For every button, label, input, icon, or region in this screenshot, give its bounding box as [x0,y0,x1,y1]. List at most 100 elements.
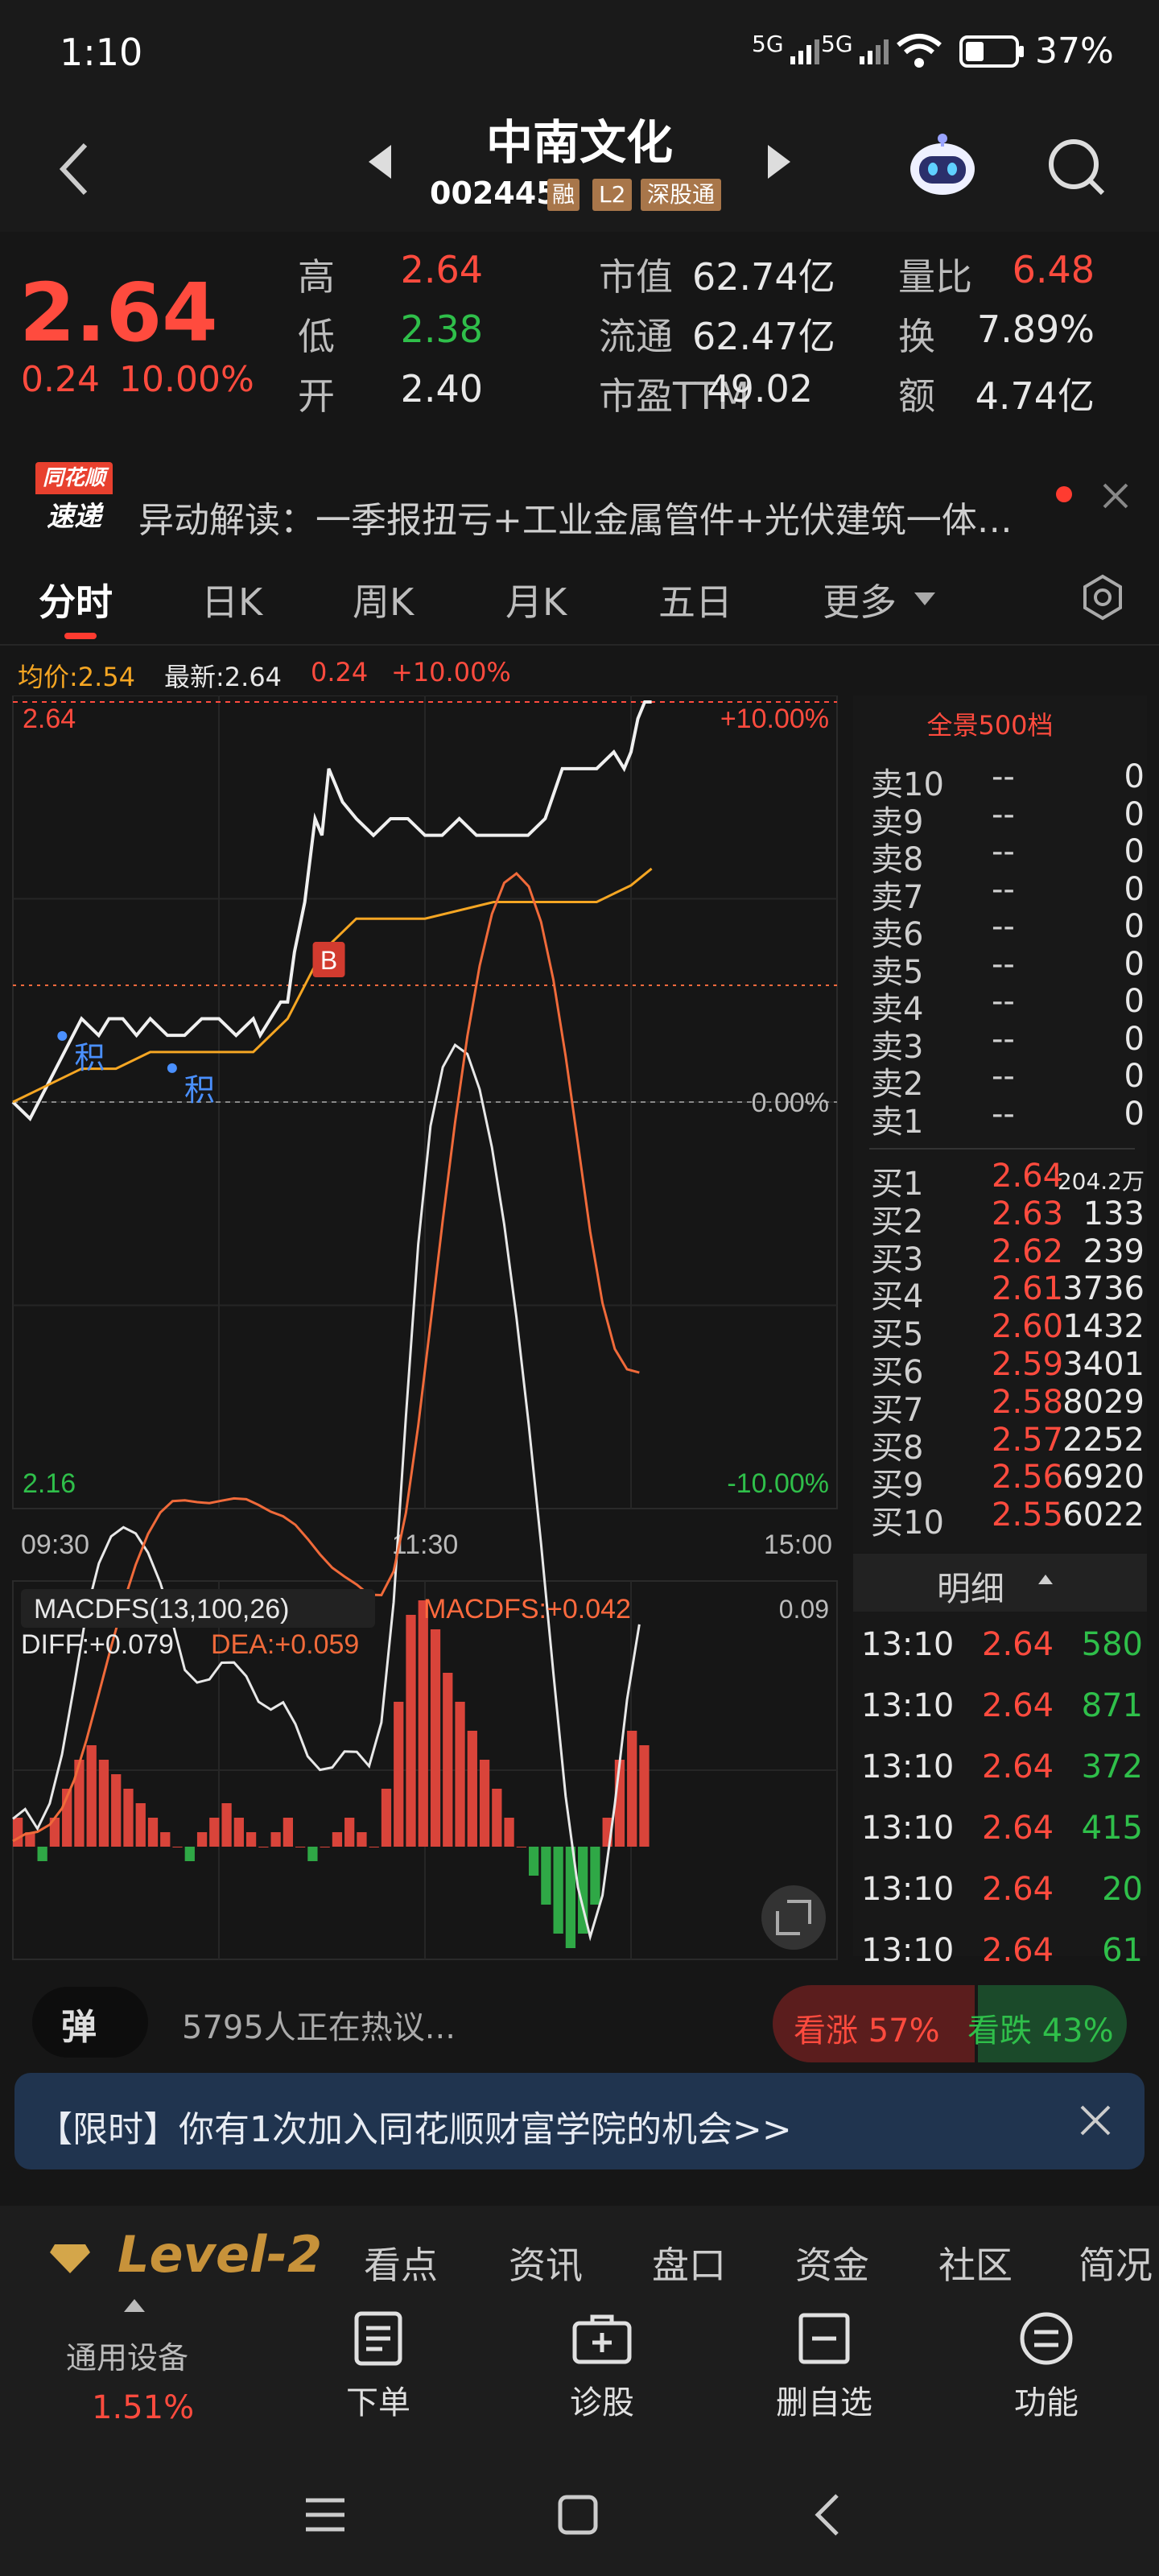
ask-volume: 0 [1124,758,1145,795]
bid-row[interactable]: 买5 2.60 1432 [871,1308,1145,1353]
trade-time: 13:10 [861,1748,955,1785]
device-label[interactable]: 通用设备 [66,2333,188,2377]
status-bar: 1:10 5G 5G 37% [0,0,1159,105]
ask-row[interactable]: 卖5 -- 0 [871,945,1145,991]
bid-row[interactable]: 买3 2.62 239 [871,1233,1145,1278]
danmaku-toggle[interactable]: 弹 [32,1987,148,2058]
ask-row[interactable]: 卖10 -- 0 [871,758,1145,803]
x-tick-end: 15:00 [764,1530,832,1560]
tab-community[interactable]: 社区 [938,2236,1013,2289]
diagnose-button[interactable]: 诊股 [522,2310,683,2423]
macd-bar [270,1832,281,1847]
news-banner[interactable]: 同花顺 速递 异动解读：一季报扭亏+工业金属管件+光伏建筑一体… [0,444,1159,549]
bid-row[interactable]: 买8 2.57 2252 [871,1421,1145,1467]
tab-news[interactable]: 资讯 [509,2236,583,2289]
close-icon[interactable] [1098,478,1133,517]
discussion-text[interactable]: 5795人正在热议... [182,2001,456,2048]
tab-capital-flow[interactable]: 资金 [795,2236,869,2289]
price-chart-svg[interactable]: B积积2.642.16+10.00%0.00%-10.00%09:30 11:30… [0,696,853,1966]
detail-title[interactable]: 明细 [937,1562,1004,1611]
ask-volume: 0 [1124,983,1145,1020]
order-book: 全景500档 卖10 -- 0 卖9 -- 0 卖8 -- 0 卖7 -- 0 卖6 -… [853,696,1147,1553]
bid-volume: 133 [1083,1195,1145,1232]
expand-icon [761,1885,826,1950]
macd-bar [443,1673,453,1847]
macd-bar [111,1774,122,1847]
macd-diff-label: DIFF:+0.079 [21,1629,174,1660]
tab-daily-k[interactable]: 日K [201,573,262,626]
ask-row[interactable]: 卖3 -- 0 [871,1020,1145,1066]
back-icon[interactable] [53,137,93,204]
trade-price: 2.64 [982,1871,1054,1908]
accumulate-marker-label: 积 [74,1042,105,1075]
stock-header: 中南文化 002445 融 L2 深股通 [0,105,1159,232]
ask-price: -- [992,870,1015,908]
ask-row[interactable]: 卖9 -- 0 [871,796,1145,841]
tab-more[interactable]: 更多 [823,573,897,626]
ask-row[interactable]: 卖6 -- 0 [871,908,1145,953]
sentiment-bar[interactable]: 看涨 57% 看跌 43% [773,1985,1127,2062]
tab-intraday[interactable]: 分时 [39,573,113,626]
ask-row[interactable]: 卖7 -- 0 [871,870,1145,916]
ask-price: -- [992,1020,1015,1058]
functions-button[interactable]: 功能 [966,2310,1127,2423]
ask-row[interactable]: 卖2 -- 0 [871,1058,1145,1103]
ask-price: -- [992,758,1015,795]
macd-bar [357,1832,367,1847]
ask-row[interactable]: 卖8 -- 0 [871,833,1145,878]
order-button[interactable]: 下单 [298,2310,459,2423]
recent-apps-icon[interactable] [303,2494,348,2539]
chevron-down-icon [913,591,937,610]
macd-dea-line [12,872,640,1843]
tab-five-day[interactable]: 五日 [658,573,732,626]
macd-bar [528,1847,539,1876]
bid-row[interactable]: 买7 2.58 8029 [871,1384,1145,1429]
bid-price: 2.59 [992,1346,1064,1383]
stat-label: 开 [298,374,335,418]
bid-row[interactable]: 买1 2.64 204.2万 [871,1158,1145,1203]
bid-row[interactable]: 买10 2.55 6022 [871,1496,1145,1542]
next-stock-icon[interactable] [765,142,794,185]
macd-bar [135,1803,146,1847]
trade-price: 2.64 [982,1626,1054,1663]
trade-detail: 明细 13:10 2.64 580 13:10 2.64 871 13:10 2.6… [853,1554,1147,1969]
remove-watchlist-button[interactable]: 删自选 [744,2310,905,2423]
ask-volume: 0 [1124,833,1145,870]
bid-price: 2.57 [992,1421,1064,1459]
trade-volume: 871 [1081,1687,1143,1724]
back-nav-icon[interactable] [810,2491,845,2542]
trade-time: 13:10 [861,1626,955,1663]
order-book-title[interactable]: 全景500档 [853,705,1127,742]
promo-banner[interactable]: 【限时】你有1次加入同花顺财富学院的机会>> [14,2073,1145,2169]
stock-code: 002445 [430,175,558,211]
bid-row[interactable]: 买2 2.63 133 [871,1195,1145,1241]
badge-connect: 深股通 [641,179,722,211]
robot-assistant-icon[interactable] [906,129,979,204]
ask-price: -- [992,945,1015,983]
bid-row[interactable]: 买9 2.56 6920 [871,1459,1145,1504]
bid-volume: 1432 [1062,1308,1145,1346]
bullish-vote[interactable]: 看涨 57% [794,2004,940,2051]
macd-bar [467,1731,477,1847]
ask-row[interactable]: 卖1 -- 0 [871,1096,1145,1141]
bid-price: 2.64 [992,1158,1064,1195]
home-icon[interactable] [555,2492,600,2541]
bid-row[interactable]: 买4 2.61 3736 [871,1270,1145,1315]
info-tabs: Level-2 看点 资讯 盘口 资金 社区 简况 [0,2206,1159,2289]
ask-row[interactable]: 卖4 -- 0 [871,983,1145,1028]
tab-profile[interactable]: 简况 [1079,2236,1159,2289]
prev-stock-icon[interactable] [365,142,394,185]
search-icon[interactable] [1043,134,1111,204]
macd-bar [394,1702,404,1847]
settings-hexagon-icon[interactable] [1079,573,1127,625]
tab-market-depth[interactable]: 盘口 [652,2236,726,2289]
tab-monthly-k[interactable]: 月K [505,573,567,626]
level2-label[interactable]: Level-2 [118,2225,322,2284]
promo-close-icon[interactable] [1077,2102,1114,2142]
tab-highlights[interactable]: 看点 [364,2236,438,2289]
bearish-vote[interactable]: 看跌 43% [967,2004,1114,2051]
bid-row[interactable]: 买6 2.59 3401 [871,1346,1145,1391]
tab-weekly-k[interactable]: 周K [353,573,414,626]
latest-change-pct-label: +10.00% [391,657,511,687]
news-text: 异动解读：一季报扭亏+工业金属管件+光伏建筑一体… [138,500,1013,541]
